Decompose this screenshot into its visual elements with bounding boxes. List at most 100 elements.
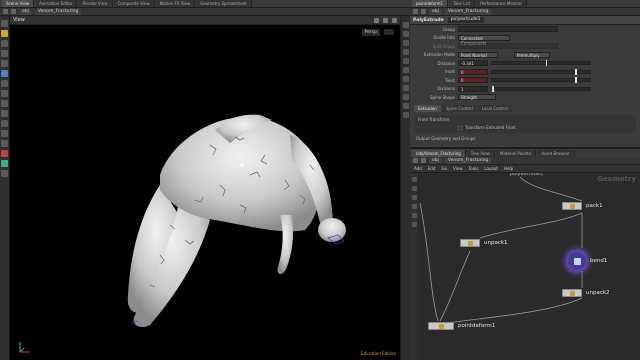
scale-tool-icon[interactable] [1,50,8,57]
back-icon[interactable] [413,9,418,14]
divisions-slider[interactable] [491,85,591,92]
node-unpack2[interactable]: unpack2 [562,288,610,298]
menu-tools[interactable]: Tools [469,166,479,171]
tab-spine-control[interactable]: Spine Control [441,104,477,112]
node-bend1[interactable]: bend1 [568,250,607,272]
grid-icon[interactable] [402,76,409,82]
forward-icon[interactable] [421,158,426,163]
shading-icon[interactable] [402,40,409,46]
tab-motion-fx-view[interactable]: Motion FX View [155,0,196,7]
visibility-icon[interactable] [1,160,8,167]
rotate-tool-icon[interactable] [1,40,8,47]
tab-scene-view[interactable]: Scene View [2,0,34,7]
tab-geometry-spreadsheet[interactable]: Geometry Spreadsheet [196,0,252,7]
node-body[interactable] [562,202,582,210]
tab-animation-editor[interactable]: Animation Editor [34,0,78,7]
menu-view[interactable]: View [453,166,463,171]
premultiply-dropdown[interactable]: Premultiply [514,51,550,58]
camera-menu[interactable]: Persp [361,29,380,36]
point-numbers-icon[interactable] [402,94,409,100]
twist-field[interactable]: 0 [458,77,488,84]
expand-icon[interactable] [392,17,397,23]
wireframe-icon[interactable] [402,49,409,55]
path-node[interactable]: Venom_Fracturing [444,157,492,164]
extrusion-mode-dropdown[interactable]: Point Normal [458,51,498,58]
edges-mode-icon[interactable] [1,120,8,127]
path-obj[interactable]: obj [429,157,442,164]
home-icon[interactable] [402,112,409,118]
menu-go[interactable]: Go [442,166,448,171]
node-body[interactable] [568,252,586,270]
node-name-field[interactable]: polyextrude1 [447,17,484,23]
menu-edit[interactable]: Edit [428,166,436,171]
forward-icon[interactable] [11,9,16,14]
tab-extrusion[interactable]: Extrusion [414,104,441,112]
menu-help[interactable]: Help [504,166,513,171]
node-pack1[interactable]: pack1 [562,201,603,211]
tab-tree-view[interactable]: Tree View [466,149,495,157]
tab-pointdeform1[interactable]: pointdeform1 [412,0,449,7]
snap-icon[interactable] [1,90,8,97]
path-obj[interactable]: obj [429,8,442,15]
selection-mode-icon[interactable] [1,100,8,107]
tab-material-palette[interactable]: Material Palette [495,149,537,157]
distance-field[interactable]: -0.341 [458,60,488,67]
points-mode-icon[interactable] [1,110,8,117]
output-geometry-label[interactable]: Output Geometry and Groups [416,136,640,141]
tab-local-control[interactable]: Local Control [477,104,512,112]
back-icon[interactable] [3,9,8,14]
spine-shape-dropdown[interactable]: Straight [458,94,496,101]
3d-viewport[interactable]: Persp Education Edition [10,25,400,360]
node-type-label: PolyExtrude [413,17,444,23]
network-editor[interactable]: Geometry polyextrude1 pack1 unpack1 bend… [410,173,640,360]
node-body[interactable] [460,239,480,247]
camera-icon[interactable] [384,29,394,35]
split-icon[interactable] [383,17,388,23]
node-body[interactable] [562,289,582,297]
pose-tool-icon[interactable] [1,70,8,77]
node-body[interactable] [428,322,454,330]
tab-composite-view[interactable]: Composite View [113,0,155,7]
group-field[interactable] [458,26,558,33]
display-options-icon[interactable] [402,22,409,28]
tab-asset-browser[interactable]: Asset Browser [537,149,575,157]
twist-slider[interactable] [491,77,591,84]
menu-layout[interactable]: Layout [484,166,498,171]
frame-icon[interactable] [402,103,409,109]
path-obj[interactable]: obj [19,8,32,15]
pin-icon[interactable] [374,17,379,23]
viewport-title: View [13,17,25,23]
path-node[interactable]: Venom_Fracturing [444,8,492,15]
back-icon[interactable] [413,158,418,163]
node-unpack1[interactable]: unpack1 [460,238,508,248]
path-node[interactable]: Venom_Fracturing [34,8,82,15]
secure-selection-icon[interactable] [1,170,8,177]
split-group-field[interactable] [458,43,558,50]
network-tabs: /obj/Venom_Fracturing Tree View Material… [410,149,640,157]
lighting-icon[interactable] [402,31,409,37]
tab-performance-monitor[interactable]: Performance Monitor [476,0,528,7]
tab-take-list[interactable]: Take List [449,0,476,7]
forward-icon[interactable] [421,9,426,14]
checkbox[interactable] [458,125,462,130]
primitives-mode-icon[interactable] [1,130,8,137]
node-pointdeform1[interactable]: pointdeform1 [428,321,495,331]
normals-icon[interactable] [402,85,409,91]
move-tool-icon[interactable] [1,30,8,37]
menu-add[interactable]: Add [414,166,422,171]
tab-render-view[interactable]: Render View [78,0,113,7]
handle-tool-icon[interactable] [1,60,8,67]
select-tool-icon[interactable] [1,20,8,27]
distance-slider[interactable] [491,60,591,67]
inset-field[interactable]: 0 [458,68,488,75]
divide-into-dropdown[interactable]: Connected Components [458,34,510,46]
magnet-icon[interactable] [1,150,8,157]
inset-slider[interactable] [491,68,591,75]
view-tool-icon[interactable] [1,80,8,87]
tab-network-path[interactable]: /obj/Venom_Fracturing [412,149,466,157]
transform-front-toggle[interactable]: Transform Extruded Front [458,125,632,130]
ghost-icon[interactable] [402,58,409,64]
divisions-field[interactable]: 1 [458,85,488,92]
vertices-mode-icon[interactable] [1,140,8,147]
background-icon[interactable] [402,67,409,73]
